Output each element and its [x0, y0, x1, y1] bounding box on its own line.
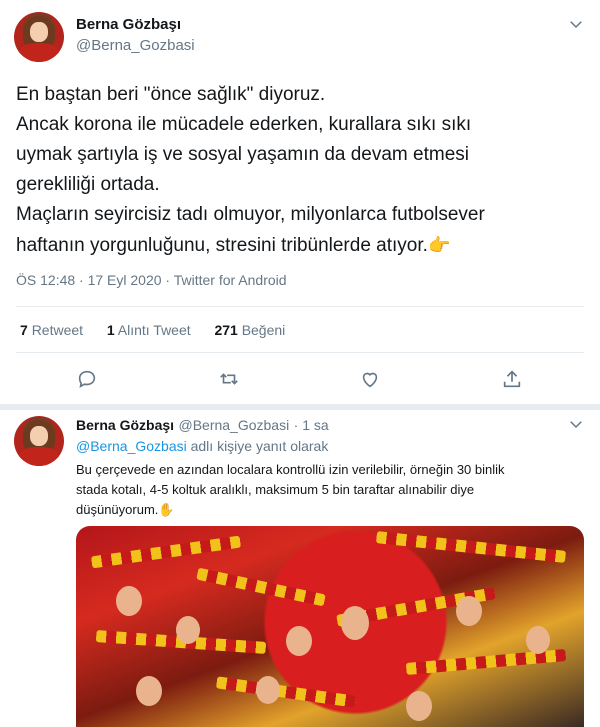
reply-line: Bu çerçevede en azından localara kontrol…: [76, 462, 505, 477]
tweet-timestamp[interactable]: ÖS 12:48 · 17 Eyl 2020 · Twitter for And…: [16, 272, 287, 288]
like-icon[interactable]: [359, 368, 381, 390]
chevron-down-icon[interactable]: [567, 15, 585, 33]
quote-stat[interactable]: 1 Alıntı Tweet: [107, 322, 191, 338]
tweet-line: uymak şartıyla iş ve sosyal yaşamın da d…: [16, 144, 470, 165]
author-name[interactable]: Berna Gözbaşı: [76, 16, 181, 33]
tweet-text: En baştan beri "önce sağlık" diyoruz. An…: [16, 80, 586, 261]
pointing-left-emoji-icon: 👉: [427, 235, 451, 255]
reply-author-avatar[interactable]: [14, 416, 64, 466]
tweet-line: gerekliliği ortada.: [16, 174, 160, 195]
tweet-stats: 7 Retweet 1 Alıntı Tweet 271 Beğeni: [20, 322, 285, 338]
like-stat[interactable]: 271 Beğeni: [214, 322, 285, 338]
retweet-stat[interactable]: 7 Retweet: [20, 322, 83, 338]
divider: [16, 352, 584, 353]
stadium-fans-photo[interactable]: [76, 526, 584, 727]
chevron-down-icon[interactable]: [567, 415, 585, 433]
divider: [0, 404, 600, 410]
reply-author-handle[interactable]: @Berna_Gozbasi: [178, 417, 289, 433]
raised-hand-emoji-icon: ✋: [158, 502, 175, 517]
share-icon[interactable]: [501, 368, 523, 390]
reply-icon[interactable]: [76, 368, 98, 390]
tweet-line: haftanın yorgunluğunu, stresini tribünle…: [16, 235, 428, 256]
author-handle[interactable]: @Berna_Gozbasi: [76, 37, 195, 54]
retweet-icon[interactable]: [218, 368, 240, 390]
reply-header: Berna Gözbaşı @Berna_Gozbasi · 1 sa: [76, 417, 329, 435]
reply-line: stada kotalı, 4-5 koltuk aralıklı, maksi…: [76, 482, 475, 497]
divider: [16, 306, 584, 307]
tweet-line: En baştan beri "önce sağlık" diyoruz.: [16, 84, 326, 105]
replying-to-link[interactable]: @Berna_Gozbasi: [76, 438, 187, 454]
author-avatar[interactable]: [14, 12, 64, 62]
reply-text: Bu çerçevede en azından localara kontrol…: [76, 460, 591, 520]
tweet-line: Maçların seyircisiz tadı olmuyor, milyon…: [16, 204, 485, 225]
reply-time[interactable]: · 1 sa: [294, 417, 329, 433]
tweet-line: Ancak korona ile mücadele ederken, kural…: [16, 114, 472, 135]
replying-to: @Berna_Gozbasi adlı kişiye yanıt olarak: [76, 438, 329, 454]
reply-line: düşünüyorum.: [76, 502, 159, 517]
reply-author-name[interactable]: Berna Gözbaşı: [76, 417, 174, 433]
